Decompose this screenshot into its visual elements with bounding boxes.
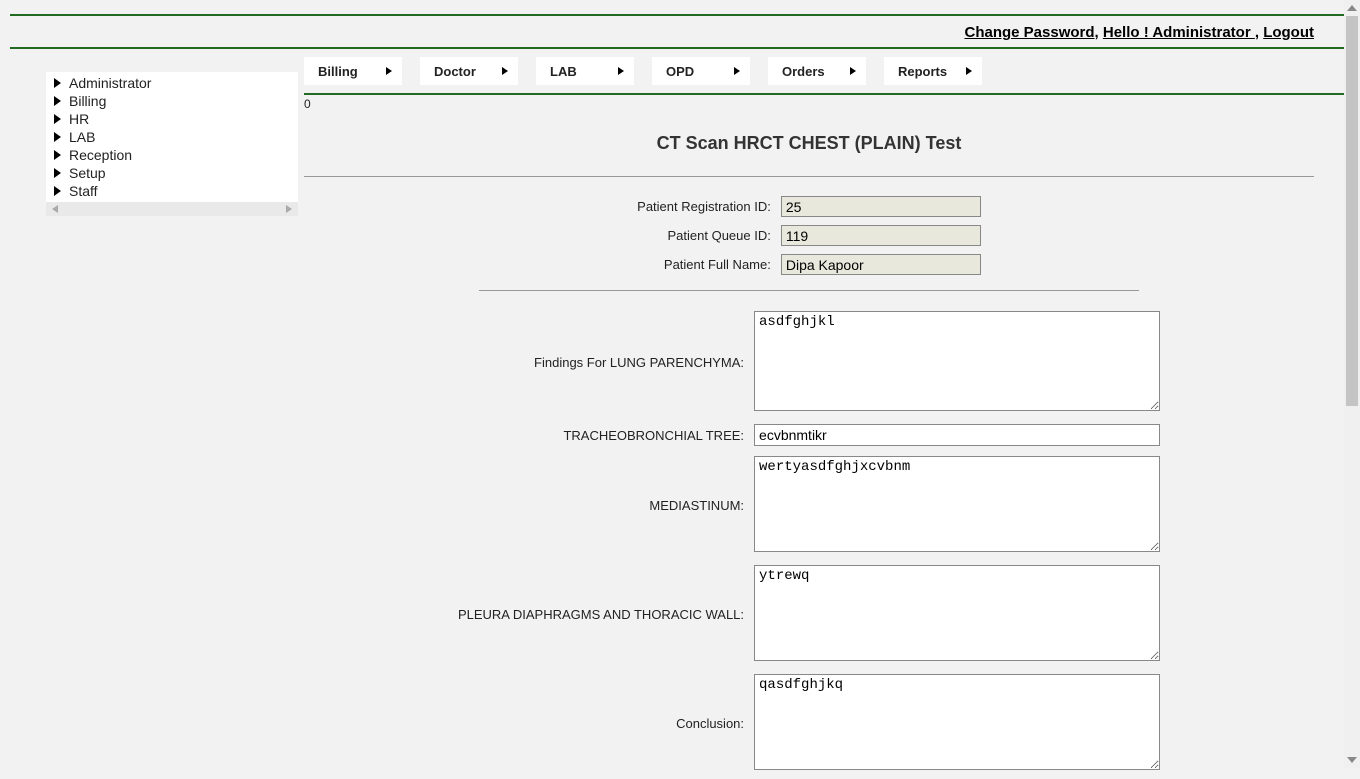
topnav-label: LAB <box>550 64 577 79</box>
pleura-label: PLEURA DIAPHRAGMS AND THORACIC WALL: <box>454 561 748 668</box>
top-spacer <box>10 0 1350 14</box>
full-name-input <box>781 254 981 275</box>
chevron-up-icon <box>1347 5 1357 11</box>
page-root: Change Password, Hello ! Administrator ,… <box>10 0 1350 779</box>
chevron-right-icon <box>54 132 61 142</box>
patient-info-table: Patient Registration ID: Patient Queue I… <box>631 191 987 280</box>
sidebar-item-reception[interactable]: Reception <box>46 146 298 164</box>
main-content: 0 CT Scan HRCT CHEST (PLAIN) Test Patien… <box>304 95 1350 779</box>
scroll-up-button[interactable] <box>1344 0 1360 16</box>
mediastinum-label: MEDIASTINUM: <box>454 452 748 559</box>
topnav-item-orders[interactable]: Orders <box>768 57 866 85</box>
sidebar-item-label: HR <box>69 111 89 127</box>
change-password-link[interactable]: Change Password <box>964 24 1094 41</box>
info-divider <box>479 290 1139 291</box>
chevron-left-icon <box>52 205 58 213</box>
topnav-label: Billing <box>318 64 358 79</box>
topnav-label: Orders <box>782 64 825 79</box>
reg-id-label: Patient Registration ID: <box>633 193 775 220</box>
topnav-item-opd[interactable]: OPD <box>652 57 750 85</box>
separator-text: , <box>1095 24 1103 41</box>
reg-id-input <box>781 196 981 217</box>
vertical-scrollbar[interactable] <box>1344 0 1360 768</box>
chevron-right-icon <box>618 67 624 75</box>
queue-id-input <box>781 225 981 246</box>
chevron-right-icon <box>286 205 292 213</box>
sidebar-item-label: Administrator <box>69 75 151 91</box>
chevron-right-icon <box>54 114 61 124</box>
chevron-right-icon <box>734 67 740 75</box>
page-title: CT Scan HRCT CHEST (PLAIN) Test <box>304 133 1314 154</box>
chevron-right-icon <box>54 168 61 178</box>
findings-form: Findings For LUNG PARENCHYMA: TRACHEOBRO… <box>452 305 1166 779</box>
conclusion-label: Conclusion: <box>454 670 748 777</box>
topnav-label: OPD <box>666 64 694 79</box>
chevron-right-icon <box>966 67 972 75</box>
scroll-down-button[interactable] <box>1344 752 1360 768</box>
full-name-label: Patient Full Name: <box>633 251 775 278</box>
tracheobronchial-input[interactable] <box>754 424 1160 446</box>
lung-parenchyma-textarea[interactable] <box>754 311 1160 411</box>
sidebar-item-label: Reception <box>69 147 132 163</box>
chevron-right-icon <box>850 67 856 75</box>
chevron-right-icon <box>54 150 61 160</box>
pleura-textarea[interactable] <box>754 565 1160 661</box>
sidebar: Administrator Billing HR LAB Reception S… <box>46 72 298 216</box>
scrollbar-thumb[interactable] <box>1346 16 1358 406</box>
topnav-item-doctor[interactable]: Doctor <box>420 57 518 85</box>
chevron-right-icon <box>54 186 61 196</box>
chevron-right-icon <box>502 67 508 75</box>
topnav-label: Reports <box>898 64 947 79</box>
sidebar-item-staff[interactable]: Staff <box>46 182 298 200</box>
top-navbar: Billing Doctor LAB OPD Orders Reports <box>304 49 1350 93</box>
topnav-item-billing[interactable]: Billing <box>304 57 402 85</box>
sidebar-scrollbar[interactable] <box>46 202 298 216</box>
conclusion-textarea[interactable] <box>754 674 1160 770</box>
sidebar-list: Administrator Billing HR LAB Reception S… <box>46 72 298 202</box>
sidebar-item-hr[interactable]: HR <box>46 110 298 128</box>
topnav-label: Doctor <box>434 64 476 79</box>
lung-parenchyma-label: Findings For LUNG PARENCHYMA: <box>454 307 748 418</box>
topnav-item-reports[interactable]: Reports <box>884 57 982 85</box>
sidebar-item-billing[interactable]: Billing <box>46 92 298 110</box>
tracheobronchial-label: TRACHEOBRONCHIAL TREE: <box>454 420 748 450</box>
sidebar-item-label: Staff <box>69 183 98 199</box>
chevron-right-icon <box>54 96 61 106</box>
sidebar-item-label: Setup <box>69 165 106 181</box>
zero-indicator: 0 <box>304 95 1314 111</box>
sidebar-item-administrator[interactable]: Administrator <box>46 74 298 92</box>
sidebar-item-lab[interactable]: LAB <box>46 128 298 146</box>
chevron-right-icon <box>54 78 61 88</box>
topnav-item-lab[interactable]: LAB <box>536 57 634 85</box>
chevron-right-icon <box>386 67 392 75</box>
greeting-link[interactable]: Hello ! Administrator <box>1103 24 1255 41</box>
header-links: Change Password, Hello ! Administrator ,… <box>10 16 1350 47</box>
logout-link[interactable]: Logout <box>1263 24 1314 41</box>
sidebar-item-setup[interactable]: Setup <box>46 164 298 182</box>
sidebar-item-label: LAB <box>69 129 95 145</box>
queue-id-label: Patient Queue ID: <box>633 222 775 249</box>
separator-text: , <box>1255 24 1263 41</box>
mediastinum-textarea[interactable] <box>754 456 1160 552</box>
sidebar-item-label: Billing <box>69 93 106 109</box>
chevron-down-icon <box>1347 757 1357 763</box>
title-divider <box>304 176 1314 177</box>
